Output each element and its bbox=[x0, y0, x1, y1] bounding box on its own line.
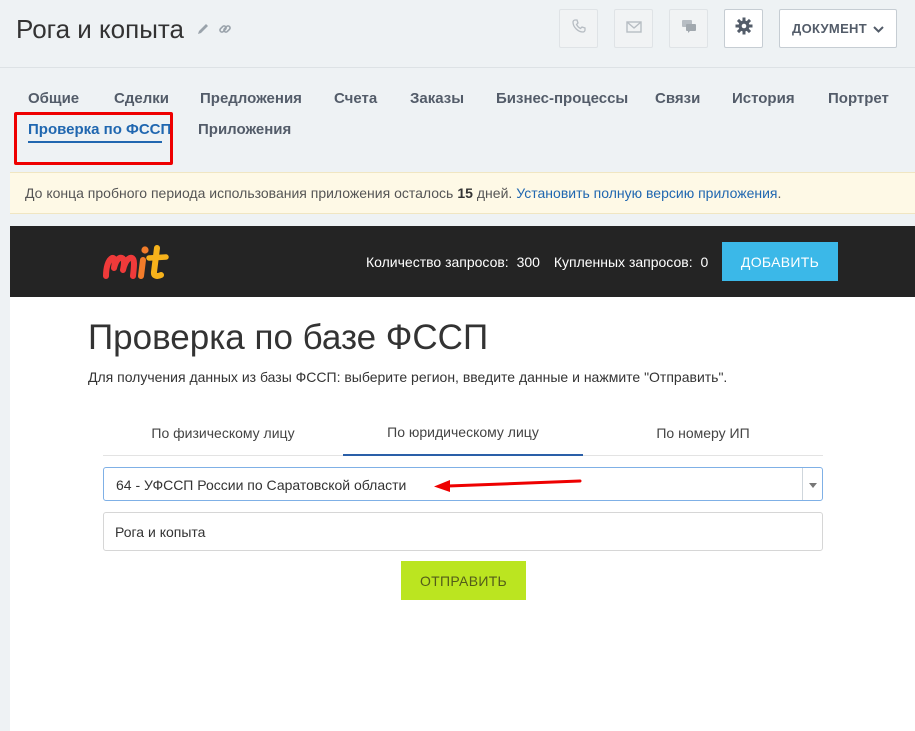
search-type-tabs: По физическому лицу По юридическому лицу… bbox=[103, 409, 823, 456]
mail-icon bbox=[625, 20, 642, 38]
app-description: Для получения данных из базы ФССП: выбер… bbox=[88, 369, 728, 385]
tab-invoices[interactable]: Счета bbox=[334, 90, 377, 107]
notice-text: До конца пробного периода использования … bbox=[25, 185, 454, 201]
phone-icon bbox=[571, 18, 587, 39]
select-arrow[interactable] bbox=[802, 468, 822, 500]
tab-individual[interactable]: По физическому лицу bbox=[103, 409, 343, 456]
title-icons bbox=[196, 22, 232, 36]
settings-button[interactable] bbox=[724, 9, 763, 48]
fssp-app-panel: Количество запросов: 300 Купленных запро… bbox=[10, 226, 915, 731]
region-select-value: 64 - УФССП России по Саратовской области bbox=[116, 477, 407, 493]
company-name-input[interactable] bbox=[103, 512, 823, 551]
link-icon[interactable] bbox=[218, 22, 232, 36]
request-stats: Количество запросов: 300 Купленных запро… bbox=[366, 254, 712, 270]
page-header: Рога и копыта ДОКУМЕНТ bbox=[0, 0, 915, 68]
notice-days: 15 bbox=[457, 185, 473, 201]
tab-history[interactable]: История bbox=[732, 90, 795, 107]
tab-portrait[interactable]: Портрет bbox=[828, 90, 889, 107]
purchased-count-value: 0 bbox=[700, 254, 709, 270]
app-bar: Количество запросов: 300 Купленных запро… bbox=[10, 226, 915, 297]
chat-icon bbox=[681, 19, 697, 39]
tab-deals[interactable]: Сделки bbox=[114, 90, 169, 107]
annotation-arrow bbox=[434, 479, 582, 492]
document-label: ДОКУМЕНТ bbox=[792, 21, 867, 36]
tab-business-processes[interactable]: Бизнес-процессы bbox=[496, 90, 628, 107]
purchased-count-label: Купленных запросов: bbox=[553, 254, 693, 270]
trial-notice: До конца пробного периода использования … bbox=[10, 172, 915, 214]
requests-count-value: 300 bbox=[516, 254, 540, 270]
app-heading: Проверка по базе ФССП bbox=[88, 318, 489, 357]
page-title: Рога и копыта bbox=[16, 14, 184, 44]
chevron-down-icon bbox=[873, 21, 884, 36]
gear-icon bbox=[735, 17, 753, 40]
mit-logo bbox=[102, 240, 174, 287]
call-button[interactable] bbox=[559, 9, 598, 48]
send-button[interactable]: ОТПРАВИТЬ bbox=[401, 561, 526, 600]
tab-general[interactable]: Общие bbox=[28, 90, 79, 107]
email-button[interactable] bbox=[614, 9, 653, 48]
tab-quotes[interactable]: Предложения bbox=[200, 90, 302, 107]
pencil-icon[interactable] bbox=[196, 22, 210, 36]
tab-orders[interactable]: Заказы bbox=[410, 90, 464, 107]
tab-legal-entity[interactable]: По юридическому лицу bbox=[343, 409, 583, 456]
chat-button[interactable] bbox=[669, 9, 708, 48]
notice-days-suffix: дней. bbox=[476, 185, 513, 201]
tab-relations[interactable]: Связи bbox=[655, 90, 700, 107]
caret-down-icon bbox=[808, 475, 817, 493]
install-full-version-link[interactable]: Установить полную версию приложения bbox=[516, 185, 777, 201]
tab-applications[interactable]: Приложения bbox=[198, 121, 291, 138]
document-button[interactable]: ДОКУМЕНТ bbox=[779, 9, 897, 48]
annotation-highlight-box bbox=[14, 112, 173, 165]
tab-enforcement-number[interactable]: По номеру ИП bbox=[583, 409, 823, 456]
notice-period: . bbox=[777, 185, 782, 201]
requests-count-label: Количество запросов: bbox=[366, 254, 509, 270]
add-requests-button[interactable]: ДОБАВИТЬ bbox=[722, 242, 838, 281]
